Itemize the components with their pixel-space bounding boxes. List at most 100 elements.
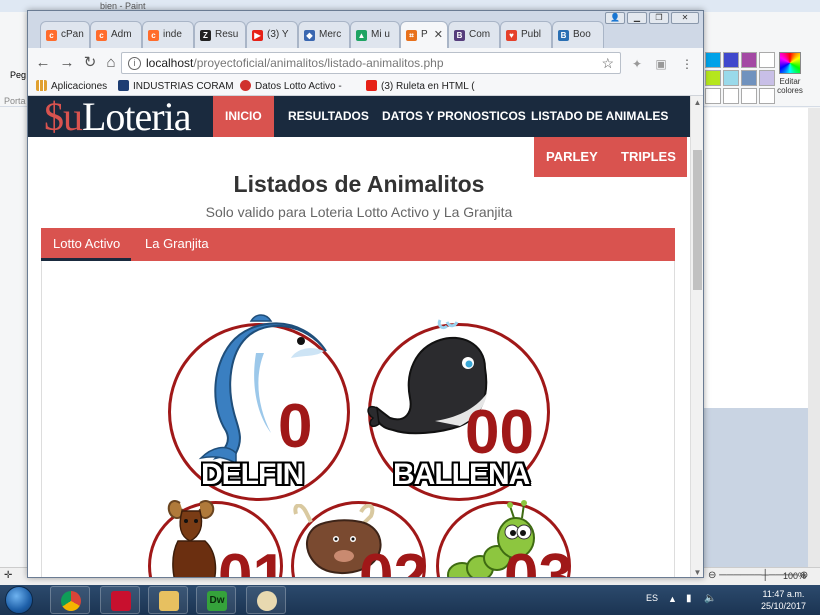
paint-canvas[interactable] <box>704 108 808 408</box>
taskbar-paint[interactable] <box>246 586 286 614</box>
animal-card-ballena[interactable]: 00 BALLENA <box>365 318 555 503</box>
site-logo[interactable]: $uLoteria <box>44 96 191 138</box>
scroll-thumb[interactable] <box>693 150 702 290</box>
browser-tab[interactable]: ♥ Publ <box>500 21 552 48</box>
animal-number: 00 <box>465 398 534 467</box>
tab-la-granjita[interactable]: La Granjita <box>145 228 209 261</box>
browser-tab[interactable]: Z Resu <box>194 21 246 48</box>
tab-label: cPan <box>61 29 84 40</box>
language-indicator[interactable]: ES <box>646 593 658 603</box>
animal-card-delfin[interactable]: 0 DELFIN <box>166 314 351 503</box>
address-bar[interactable]: i localhost/proyectoficial/animalitos/li… <box>121 52 621 74</box>
move-icon: ✛ <box>4 570 13 581</box>
animal-card-ciempies[interactable]: 03 <box>436 496 573 577</box>
clock[interactable]: 11:47 a.m. 25/10/2017 <box>761 588 806 612</box>
dolphin-icon <box>198 314 327 463</box>
tab-label: inde <box>163 29 182 40</box>
paint-paste-label[interactable]: Peg <box>10 70 26 80</box>
bootsnipp-icon: B <box>558 30 569 41</box>
browser-tab[interactable]: ▲ Mi u <box>350 21 400 48</box>
scroll-down-icon[interactable]: ▼ <box>691 566 703 577</box>
info-icon[interactable]: i <box>128 57 141 70</box>
palette-color[interactable] <box>723 52 739 68</box>
bookmark-item[interactable]: INDUSTRIAS CORAM <box>118 80 236 92</box>
nav-resultados[interactable]: RESULTADOS <box>288 96 369 137</box>
browser-tab[interactable]: B Boo <box>552 21 604 48</box>
tab-label: (3) Y <box>267 29 289 40</box>
palette-color[interactable] <box>705 70 721 86</box>
animal-card-toro[interactable]: 02 <box>291 496 428 577</box>
bookmark-item[interactable]: Datos Lotto Activo - <box>240 80 364 92</box>
color-palette[interactable] <box>705 52 775 104</box>
xampp-icon: ⌗ <box>406 30 417 41</box>
z-icon: Z <box>200 30 211 41</box>
palette-color[interactable] <box>723 88 739 104</box>
drive-icon: ▲ <box>356 30 367 41</box>
bookmark-apps[interactable]: Aplicaciones <box>36 80 107 92</box>
taskbar-dreamweaver[interactable]: Dw <box>196 586 236 614</box>
palette-color[interactable] <box>705 52 721 68</box>
start-button[interactable] <box>2 585 38 615</box>
taskbar-explorer[interactable] <box>148 586 188 614</box>
palette-color[interactable] <box>741 88 757 104</box>
animal-card-carnero[interactable]: 01 <box>148 496 287 577</box>
lotto-icon <box>240 80 251 91</box>
nav-parley[interactable]: PARLEY <box>546 149 598 164</box>
scroll-up-icon[interactable]: ▲ <box>691 96 703 109</box>
close-button[interactable]: ✕ <box>671 12 699 24</box>
animal-name: DELFIN <box>201 458 304 491</box>
extension-lock-icon[interactable]: ▣ <box>654 57 668 71</box>
clock-time: 11:47 a.m. <box>762 589 805 599</box>
logo-u: u <box>63 96 83 139</box>
bookmark-star-icon[interactable]: ☆ <box>601 55 614 72</box>
reload-button[interactable]: ↻ <box>81 54 99 72</box>
tab-strip: c cPan c Adm c inde Z Resu ▶ (3) Y ◆ Merc ▲ Mi … <box>28 11 703 48</box>
site-navbar: $uLoteria INICIO RESULTADOS DATOS Y PRON… <box>28 96 690 138</box>
bookmark-item[interactable]: (3) Ruleta en HTML ( <box>366 80 496 92</box>
browser-window: c cPan c Adm c inde Z Resu ▶ (3) Y ◆ Merc ▲ Mi … <box>27 10 704 578</box>
dreamweaver-icon: Dw <box>207 591 227 611</box>
tray-expand-icon[interactable]: ▲ <box>668 594 677 604</box>
profile-icon[interactable]: 👤 <box>605 12 625 24</box>
system-tray: ES ▲ ▮ 🔈 11:47 a.m. 25/10/2017 <box>620 585 820 615</box>
window-controls: 👤 ▁ ❐ ✕ <box>605 12 699 24</box>
palette-color[interactable] <box>741 52 757 68</box>
logo-text: Loteria <box>82 96 191 139</box>
bookmark-label: (3) Ruleta en HTML ( <box>381 81 475 92</box>
browser-tab[interactable]: c Adm <box>90 21 142 48</box>
palette-color[interactable] <box>705 88 721 104</box>
nav-listado-animales[interactable]: LISTADO DE ANIMALES <box>531 96 668 137</box>
nav-inicio[interactable]: INICIO <box>213 96 274 137</box>
extension-icon[interactable]: ✦ <box>630 57 644 71</box>
home-button[interactable]: ⌂ <box>102 54 120 72</box>
forward-button[interactable]: → <box>58 54 76 72</box>
taskbar-chrome[interactable] <box>50 586 90 614</box>
browser-tab-active[interactable]: ⌗ P ✕ <box>400 21 448 48</box>
acrobat-icon <box>111 591 131 611</box>
browser-tab[interactable]: c inde <box>142 21 194 48</box>
taskbar: Dw ES ▲ ▮ 🔈 11:47 a.m. 25/10/2017 <box>0 585 820 615</box>
volume-icon[interactable]: 🔈 <box>704 593 716 604</box>
shield-icon <box>118 80 129 91</box>
back-button[interactable]: ← <box>34 54 52 72</box>
palette-color[interactable] <box>741 70 757 86</box>
nav-triples[interactable]: TRIPLES <box>621 149 676 164</box>
close-tab-icon[interactable]: ✕ <box>434 28 443 41</box>
browser-tab[interactable]: ▶ (3) Y <box>246 21 298 48</box>
network-icon[interactable]: ▮ <box>686 593 692 604</box>
browser-tab[interactable]: B Com <box>448 21 500 48</box>
animal-name: BALLENA <box>393 458 530 491</box>
browser-tab[interactable]: ◆ Merc <box>298 21 350 48</box>
page-scrollbar[interactable]: ▲ ▼ <box>690 96 703 577</box>
taskbar-acrobat[interactable] <box>100 586 140 614</box>
tab-lotto-activo[interactable]: Lotto Activo <box>41 228 132 261</box>
menu-icon[interactable]: ⋮ <box>680 57 694 71</box>
bookmarks-bar: Aplicaciones INDUSTRIAS CORAM Datos Lott… <box>28 78 703 96</box>
browser-tab[interactable]: c cPan <box>40 21 90 48</box>
minimize-button[interactable]: ▁ <box>627 12 647 24</box>
paint-scrollbar[interactable] <box>808 108 820 568</box>
maximize-button[interactable]: ❐ <box>649 12 669 24</box>
edit-colors-button[interactable]: Editar colores <box>770 52 810 95</box>
palette-color[interactable] <box>723 70 739 86</box>
nav-datos-pronosticos[interactable]: DATOS Y PRONOSTICOS <box>382 96 526 137</box>
